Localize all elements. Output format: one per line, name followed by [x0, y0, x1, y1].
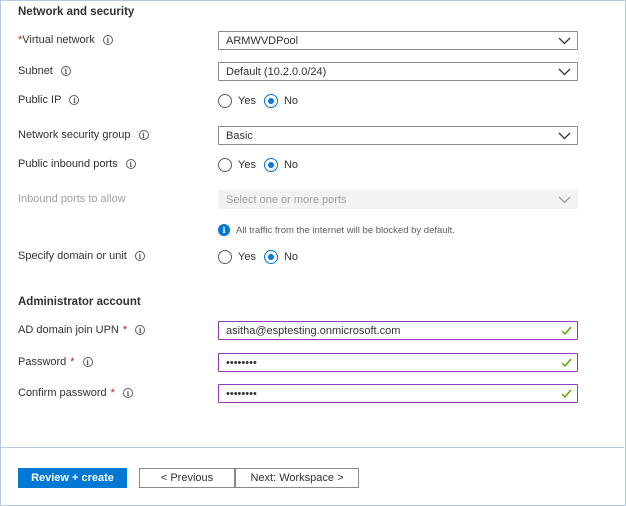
info-icon[interactable]: i: [69, 95, 80, 105]
next-workspace-button[interactable]: Next: Workspace >: [235, 468, 359, 488]
password-label: Password * i: [18, 356, 93, 368]
public-inbound-ports-yes-radio[interactable]: Yes: [218, 158, 256, 172]
inbound-ports-dropdown: Select one or more ports: [218, 190, 578, 209]
virtual-network-row: * Virtual network i ARMWVDPool: [18, 31, 608, 51]
radio-label: Yes: [238, 159, 256, 171]
info-icon[interactable]: i: [125, 159, 136, 169]
inbound-ports-label: Inbound ports to allow: [18, 193, 126, 205]
public-inbound-ports-no-radio[interactable]: No: [263, 158, 299, 172]
public-ip-label-text: Public IP: [18, 94, 62, 106]
info-icon[interactable]: i: [82, 357, 93, 367]
review-create-button[interactable]: Review + create: [18, 468, 127, 488]
inbound-ports-row: Inbound ports to allow Select one or mor…: [18, 190, 608, 210]
upn-input[interactable]: asitha@esptesting.onmicrosoft.com: [218, 321, 578, 340]
radio-label: Yes: [238, 251, 256, 263]
network-section-title: Network and security: [18, 6, 135, 18]
confirm-password-label: Confirm password * i: [18, 387, 133, 399]
radio-label: No: [283, 159, 299, 171]
subnet-label: Subnet i: [18, 65, 71, 77]
subnet-label-text: Subnet: [18, 65, 53, 77]
confirm-password-row: Confirm password * i ••••••••: [18, 384, 608, 404]
public-inbound-ports-label-text: Public inbound ports: [18, 158, 118, 170]
chevron-down-icon: [558, 68, 571, 76]
required-asterisk: *: [122, 324, 128, 336]
confirm-password-input[interactable]: ••••••••: [218, 384, 578, 403]
password-value: ••••••••: [226, 356, 257, 369]
chevron-down-icon: [558, 37, 571, 45]
specify-domain-no-radio[interactable]: No: [263, 250, 299, 264]
checkmark-icon: [561, 326, 572, 336]
virtual-network-label: * Virtual network i: [18, 34, 113, 46]
radio-label: No: [283, 95, 299, 107]
radio-label: No: [283, 251, 299, 263]
info-icon[interactable]: i: [122, 388, 133, 398]
public-ip-row: Public IP i Yes No: [18, 91, 608, 111]
checkmark-icon: [561, 358, 572, 368]
nsg-dropdown[interactable]: Basic: [218, 126, 578, 145]
public-ip-yes-radio[interactable]: Yes: [218, 94, 256, 108]
specify-domain-label: Specify domain or unit i: [18, 250, 145, 262]
public-inbound-ports-label: Public inbound ports i: [18, 158, 136, 170]
inbound-ports-placeholder: Select one or more ports: [226, 193, 347, 206]
footer-divider: [1, 447, 624, 448]
virtual-network-label-text: Virtual network: [22, 34, 95, 46]
confirm-password-value: ••••••••: [226, 387, 257, 400]
confirm-password-label-text: Confirm password: [18, 387, 107, 399]
nsg-value: Basic: [226, 129, 253, 142]
subnet-value: Default (10.2.0.0/24): [226, 65, 327, 78]
subnet-row: Subnet i Default (10.2.0.0/24): [18, 62, 608, 82]
info-icon[interactable]: i: [134, 251, 145, 261]
previous-button[interactable]: < Previous: [139, 468, 235, 488]
upn-value: asitha@esptesting.onmicrosoft.com: [226, 324, 401, 337]
public-inbound-ports-radio-group: Yes No: [218, 155, 306, 175]
checkmark-icon: [561, 389, 572, 399]
password-label-text: Password: [18, 356, 67, 368]
subnet-dropdown[interactable]: Default (10.2.0.0/24): [218, 62, 578, 81]
specify-domain-yes-radio[interactable]: Yes: [218, 250, 256, 264]
required-asterisk: *: [70, 356, 75, 368]
nsg-label: Network security group i: [18, 129, 149, 141]
chevron-down-icon: [558, 132, 571, 140]
public-ip-radio-group: Yes No: [218, 91, 306, 111]
public-ip-label: Public IP i: [18, 94, 80, 106]
info-icon[interactable]: i: [135, 325, 146, 335]
info-filled-icon: i: [218, 224, 230, 236]
admin-section-title: Administrator account: [18, 296, 141, 308]
nsg-row: Network security group i Basic: [18, 126, 608, 146]
chevron-down-icon: [558, 196, 571, 204]
nsg-label-text: Network security group: [18, 129, 131, 141]
info-icon[interactable]: i: [138, 130, 149, 140]
upn-label: AD domain join UPN * i: [18, 324, 146, 336]
virtual-network-dropdown[interactable]: ARMWVDPool: [218, 31, 578, 50]
virtual-network-value: ARMWVDPool: [226, 34, 299, 47]
password-row: Password * i ••••••••: [18, 353, 608, 373]
info-icon[interactable]: i: [60, 66, 71, 76]
traffic-note-text: All traffic from the internet will be bl…: [236, 224, 455, 236]
public-ip-no-radio[interactable]: No: [263, 94, 299, 108]
specify-domain-label-text: Specify domain or unit: [18, 250, 127, 262]
info-icon[interactable]: i: [102, 35, 113, 45]
password-input[interactable]: ••••••••: [218, 353, 578, 372]
upn-row: AD domain join UPN * i asitha@esptesting…: [18, 321, 608, 341]
specify-domain-row: Specify domain or unit i Yes No: [18, 247, 608, 267]
specify-domain-radio-group: Yes No: [218, 247, 306, 267]
required-asterisk: *: [110, 387, 115, 399]
upn-label-text: AD domain join UPN: [18, 324, 119, 336]
public-inbound-ports-row: Public inbound ports i Yes No: [18, 155, 608, 175]
radio-label: Yes: [238, 95, 256, 107]
traffic-blocked-note: i All traffic from the internet will be …: [218, 224, 455, 236]
